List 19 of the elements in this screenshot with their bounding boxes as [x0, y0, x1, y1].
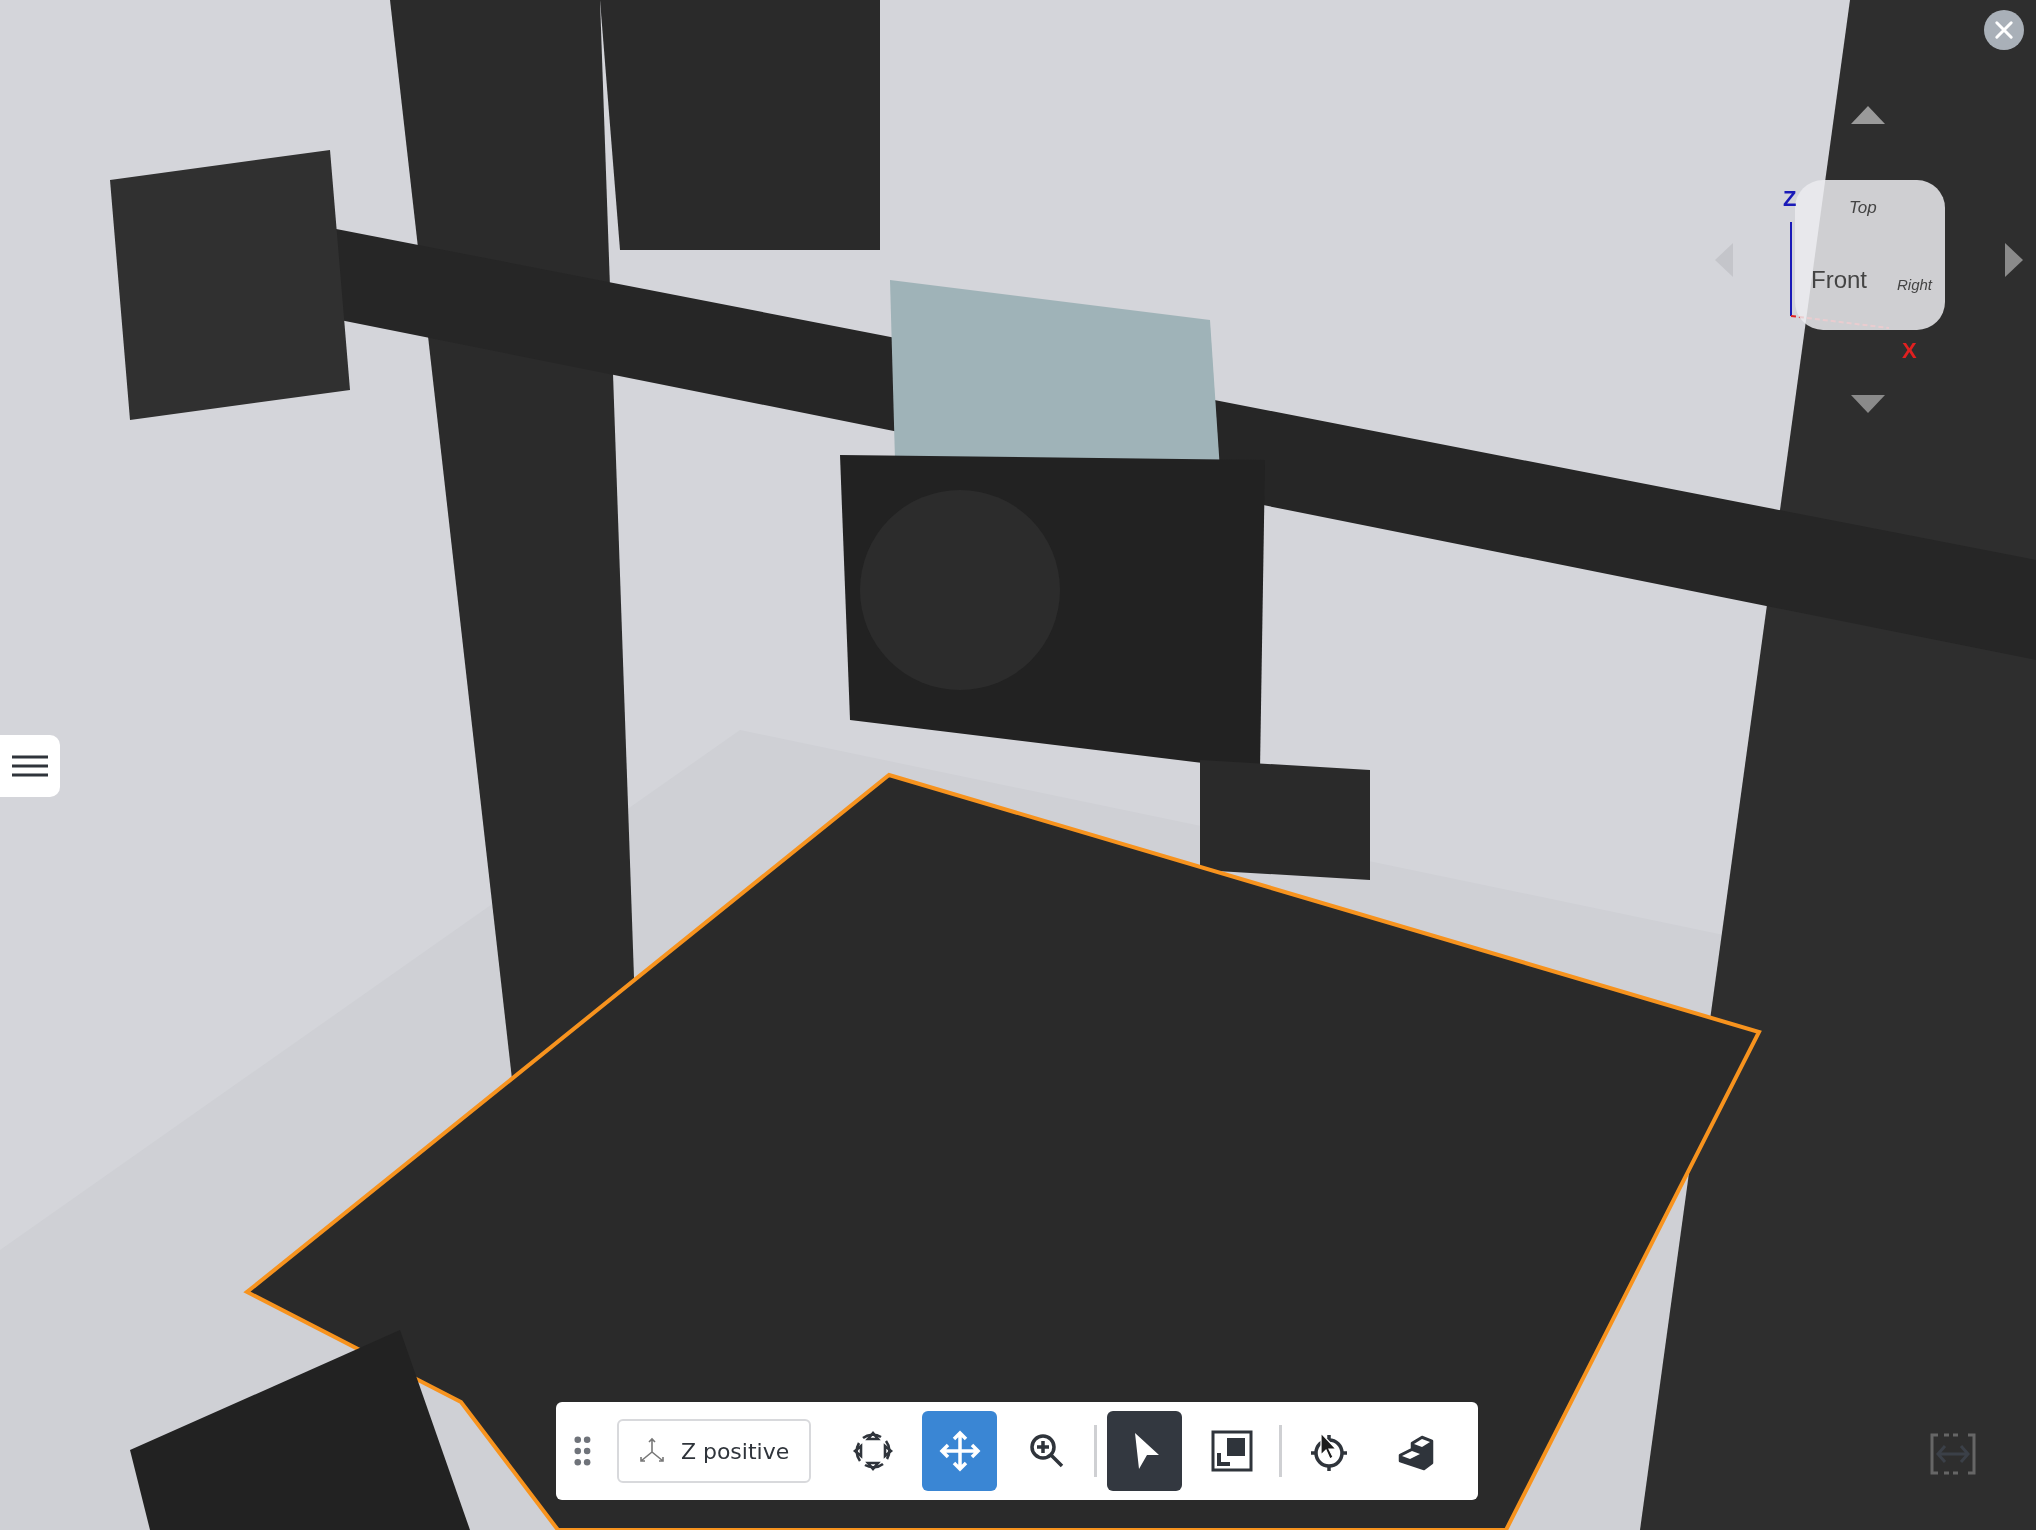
cube-face-label[interactable]: Right	[1897, 276, 1933, 293]
fit-width-icon[interactable]	[1930, 1433, 1976, 1475]
close-icon	[1992, 18, 2016, 42]
view-direction-button[interactable]: Z positive	[616, 1419, 812, 1483]
rotate-down-icon[interactable]	[1851, 395, 1885, 413]
view-cube[interactable]: Top Front Right	[1795, 180, 1945, 330]
menu-icon	[12, 754, 48, 778]
menu-button[interactable]	[0, 735, 60, 797]
cube-face-label[interactable]: Front	[1811, 266, 1867, 294]
axis-label: Z	[1783, 186, 1797, 212]
axis-label: X	[1902, 338, 1917, 364]
select-tool-button[interactable]	[1107, 1411, 1183, 1491]
drag-handle-icon[interactable]	[574, 1435, 591, 1467]
pan-tool-button[interactable]	[922, 1411, 998, 1491]
rotate-right-icon[interactable]	[2005, 243, 2023, 277]
cube-face-label[interactable]: Top	[1849, 198, 1877, 218]
window-select-icon	[1209, 1429, 1254, 1473]
move-arrows-icon	[937, 1429, 982, 1473]
rotate-up-icon[interactable]	[1851, 106, 1885, 124]
